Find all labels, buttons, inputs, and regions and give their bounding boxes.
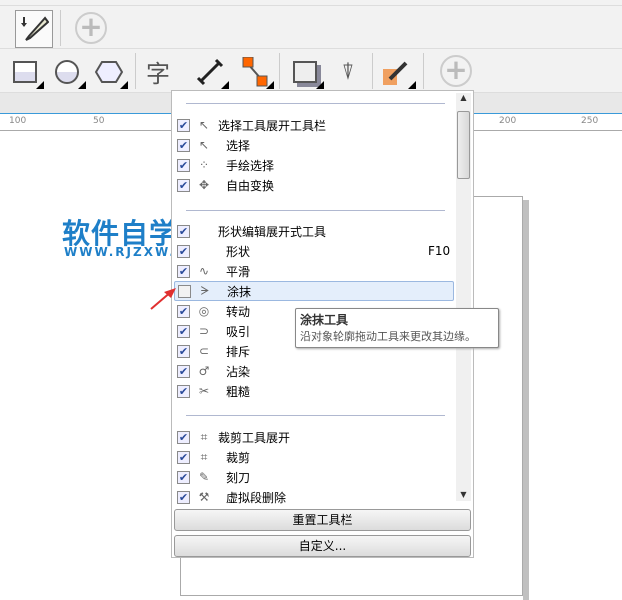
- virtual-segment-delete-icon: ⚒: [198, 490, 210, 504]
- menu-item-label: 刻刀: [226, 470, 251, 485]
- roughen-icon: ✂: [198, 384, 210, 398]
- checkbox[interactable]: ✔: [177, 430, 190, 444]
- dimension-icon[interactable]: [195, 57, 229, 89]
- pick-icon: ↖: [198, 118, 210, 132]
- add-tool-icon[interactable]: +: [440, 55, 472, 87]
- menu-item-label: 裁剪: [226, 450, 251, 465]
- menu-item-label: 吸引: [226, 324, 251, 339]
- customize-button[interactable]: 自定义...: [174, 535, 471, 557]
- checkbox[interactable]: ✔: [177, 324, 190, 338]
- red-arrow-annotation: [150, 288, 176, 310]
- checkbox[interactable]: ✔: [177, 490, 190, 504]
- ellipse-icon[interactable]: [52, 57, 86, 89]
- menu-item-label: 转动: [226, 304, 251, 319]
- checkbox[interactable]: ✔: [177, 364, 190, 378]
- scrollbar-thumb[interactable]: [457, 111, 470, 179]
- smooth-icon: ∿: [198, 264, 210, 278]
- checkbox[interactable]: ✔: [177, 244, 190, 258]
- freehand-pick-icon: ⁘: [198, 158, 210, 172]
- smear-icon: ᗒ: [200, 283, 210, 298]
- page-shadow: [523, 200, 529, 600]
- toolbar-top: +: [0, 6, 622, 49]
- menu-item[interactable]: ✔ ✂ 粗糙: [174, 381, 454, 401]
- menu-scrollbar[interactable]: ▲ ▼: [456, 93, 471, 501]
- menu-item-label: 形状: [226, 244, 251, 259]
- text-icon[interactable]: 字: [143, 56, 173, 88]
- menu-item[interactable]: ✔ ✎ 刻刀: [174, 467, 454, 487]
- free-transform-icon: ✥: [198, 178, 210, 192]
- rectangle-icon[interactable]: [10, 57, 44, 89]
- twirl-icon: ◎: [198, 304, 210, 318]
- crop-icon: ⌗: [200, 449, 208, 464]
- menu-item[interactable]: ✔ 形状 F10: [174, 241, 454, 261]
- checkbox[interactable]: ✔: [177, 384, 190, 398]
- ruler-label: 250: [581, 116, 599, 126]
- checkbox[interactable]: ✔: [177, 344, 190, 358]
- menu-item[interactable]: ✔ ♂ 沾染: [174, 361, 454, 381]
- checkbox[interactable]: ✔: [178, 284, 191, 298]
- checkbox[interactable]: ✔: [177, 224, 190, 238]
- menu-item[interactable]: ✔ ↖ 选择工具展开工具栏: [174, 115, 454, 135]
- checkbox[interactable]: ✔: [177, 304, 190, 318]
- shortcut-label: F10: [428, 244, 451, 258]
- menu-item-label: 平滑: [226, 264, 251, 279]
- toolbar-main: 字 ⍒ +: [0, 49, 622, 93]
- menu-item-label: 沾染: [226, 364, 251, 379]
- checkbox[interactable]: ✔: [177, 118, 190, 132]
- menu-item[interactable]: ✔ ⚒ 虚拟段删除: [174, 487, 454, 507]
- menu-item-label: 选择工具展开工具栏: [218, 118, 327, 133]
- add-tool-icon[interactable]: +: [75, 12, 107, 44]
- checkbox[interactable]: ✔: [177, 178, 190, 192]
- drop-shadow-icon[interactable]: [290, 57, 324, 89]
- menu-item[interactable]: ✔ ↖ 选择: [174, 135, 454, 155]
- crop-icon: ⌗: [200, 429, 208, 444]
- tooltip-title: 涂抹工具: [300, 313, 349, 327]
- ruler-label: 50: [93, 116, 105, 126]
- attract-icon: ⊃: [198, 324, 210, 338]
- ruler-label: 100: [9, 116, 27, 126]
- menu-item[interactable]: ✔ ⌗ 裁剪: [174, 447, 454, 467]
- checkbox[interactable]: ✔: [177, 138, 190, 152]
- pick-icon: ↖: [198, 138, 210, 152]
- repel-icon: ⊂: [198, 344, 210, 358]
- transparency-icon[interactable]: ⍒: [333, 57, 363, 87]
- menu-item[interactable]: ✔ ⌗ 裁剪工具展开: [174, 427, 454, 447]
- checkbox[interactable]: ✔: [177, 470, 190, 484]
- menu-item[interactable]: ✔ 形状编辑展开式工具: [174, 221, 454, 241]
- checkbox[interactable]: ✔: [177, 158, 190, 172]
- menu-item-label: 排斥: [226, 344, 251, 359]
- menu-item[interactable]: ✔ ∿ 平滑: [174, 261, 454, 281]
- menu-item-label: 裁剪工具展开: [218, 430, 291, 445]
- ruler-label: 200: [499, 116, 517, 126]
- menu-item-label: 形状编辑展开式工具: [218, 224, 327, 239]
- color-eyedropper-icon[interactable]: [382, 57, 416, 89]
- reset-toolbar-button[interactable]: 重置工具栏: [174, 509, 471, 531]
- menu-item-label: 选择: [226, 138, 251, 153]
- smudge-icon: ♂: [198, 364, 210, 378]
- checkbox[interactable]: ✔: [177, 450, 190, 464]
- scroll-up-icon[interactable]: ▲: [456, 93, 471, 102]
- menu-item-label: 涂抹: [227, 284, 252, 299]
- menu-item-label: 手绘选择: [226, 158, 275, 173]
- menu-item[interactable]: ✔ ᗒ 涂抹: [174, 281, 454, 301]
- menu-item-label: 粗糙: [226, 384, 251, 399]
- connector-icon[interactable]: [240, 57, 274, 89]
- eyedropper-fill-icon[interactable]: [15, 10, 53, 48]
- knife-icon: ✎: [198, 470, 210, 484]
- menu-item[interactable]: ✔ ✥ 自由变换: [174, 175, 454, 195]
- polygon-icon[interactable]: [94, 57, 128, 89]
- scroll-down-icon[interactable]: ▼: [456, 490, 471, 499]
- checkbox[interactable]: ✔: [177, 264, 190, 278]
- tooltip-description: 沿对象轮廓拖动工具来更改其边缘。: [300, 330, 476, 343]
- menu-item[interactable]: ✔ ⁘ 手绘选择: [174, 155, 454, 175]
- menu-item-label: 虚拟段删除: [226, 490, 287, 505]
- menu-item-label: 自由变换: [226, 178, 275, 193]
- tooltip: 涂抹工具 沿对象轮廓拖动工具来更改其边缘。: [295, 308, 499, 348]
